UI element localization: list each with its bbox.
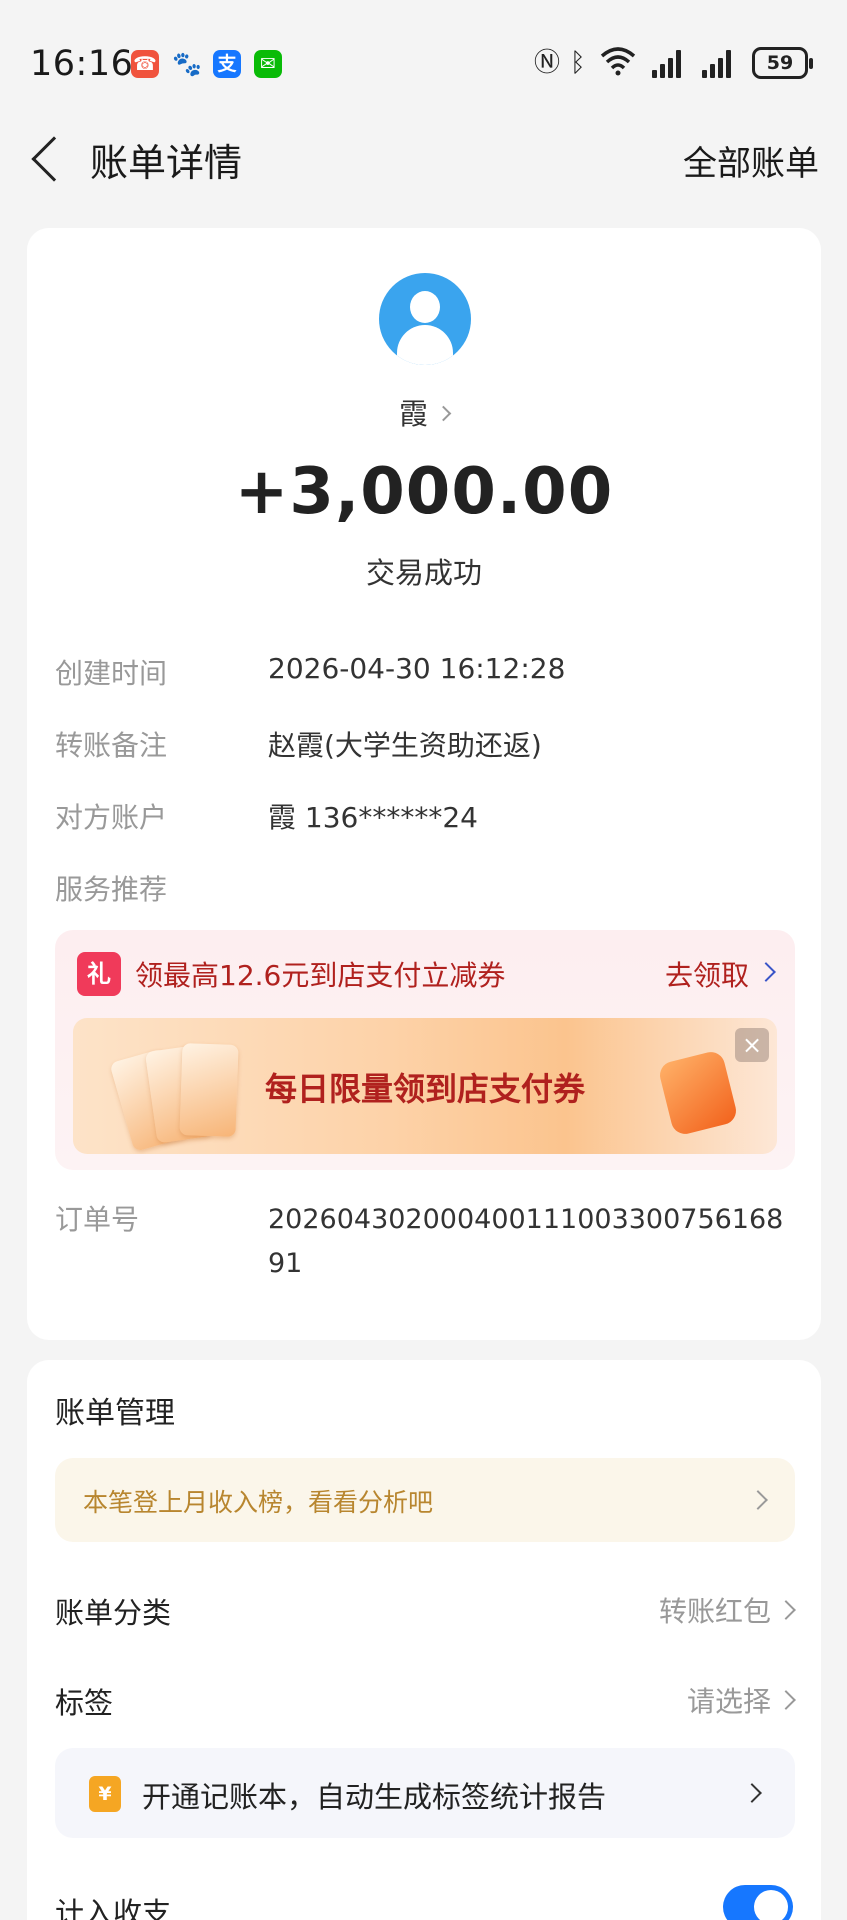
include-in-stats-label: 计入收支 (55, 1896, 172, 1920)
order-number-value: 20260430200040011100330075616891 (268, 1204, 784, 1279)
baidu-icon: 🐾 (172, 50, 202, 78)
tag-label: 标签 (55, 1686, 114, 1720)
clock: 16:16 (30, 44, 134, 84)
income-ranking-tip[interactable]: 本笔登上月收入榜，看看分析吧 (55, 1458, 795, 1542)
transfer-note-label: 转账备注 (55, 729, 168, 762)
wechat-icon: ✉ (254, 50, 282, 78)
wifi-icon (600, 46, 636, 80)
all-bills-link[interactable]: 全部账单 (683, 136, 819, 185)
call-missed-icon: ☎ (131, 50, 159, 78)
order-number-label: 订单号 (55, 1203, 140, 1236)
bookkeeping-promo[interactable]: ¥ 开通记账本，自动生成标签统计报告 (55, 1748, 795, 1838)
avatar-head-icon (410, 291, 440, 323)
bluetooth-icon: ᛒ (570, 48, 586, 78)
chevron-right-icon (742, 1783, 762, 1803)
avatar[interactable] (379, 273, 471, 365)
section-title: 账单管理 (55, 1396, 175, 1431)
bill-management-card: 账单管理 本笔登上月收入榜，看看分析吧 账单分类 转账红包 标签 请选择 ¥ 开… (27, 1360, 821, 1920)
transaction-status: 交易成功 (365, 556, 482, 590)
nav-bar: 账单详情 全部账单 (0, 130, 847, 220)
bookkeeping-text: 开通记账本，自动生成标签统计报告 (142, 1780, 607, 1814)
back-icon[interactable] (31, 136, 77, 182)
transfer-note-value: 赵霞(大学生资助还返) (268, 729, 542, 762)
payee-name-link[interactable]: 霞 (27, 391, 821, 433)
created-time-value: 2026-04-30 16:12:28 (268, 652, 566, 685)
status-bar: 16:16 ☎ 🐾 支 ✉ Ⓝ ᛒ 59 (0, 0, 847, 130)
banner-text: 每日限量领到店支付券 (264, 1070, 585, 1108)
signal-icon (702, 48, 731, 78)
alipay-icon: 支 (213, 50, 241, 78)
service-recommend-label: 服务推荐 (55, 873, 168, 906)
promo-banner[interactable]: 每日限量领到店支付券 × (73, 1018, 777, 1154)
tag-select[interactable]: 请选择 (687, 1680, 771, 1720)
signal-icon (652, 48, 681, 78)
close-icon[interactable]: × (735, 1028, 769, 1062)
payee-name: 霞 (398, 397, 428, 431)
transaction-card: 霞 +3,000.00 交易成功 创建时间 2026-04-30 16:12:2… (27, 228, 821, 1340)
amount: +3,000.00 (234, 455, 614, 529)
toggle-knob (754, 1890, 788, 1920)
nfc-icon: Ⓝ (534, 48, 561, 78)
claim-link[interactable]: 去领取 (665, 954, 749, 994)
created-time-label: 创建时间 (55, 657, 168, 690)
promo-text: 领最高12.6元到店支付立减券 (135, 959, 506, 992)
page-title: 账单详情 (90, 141, 243, 185)
chevron-right-icon (776, 1690, 796, 1710)
bill-category-label: 账单分类 (55, 1596, 172, 1630)
battery-icon: 59 (752, 47, 813, 79)
bill-category-value[interactable]: 转账红包 (659, 1590, 771, 1630)
include-in-stats-toggle[interactable] (723, 1885, 793, 1920)
promo-card[interactable]: 礼 领最高12.6元到店支付立减券 去领取 每日限量领到店支付券 × (55, 930, 795, 1170)
gift-icon: 礼 (77, 952, 121, 996)
chevron-right-icon (748, 1490, 768, 1510)
ledger-icon: ¥ (89, 1776, 121, 1812)
counterparty-label: 对方账户 (55, 801, 168, 834)
counterparty-value: 霞 136******24 (268, 801, 478, 834)
avatar-body-icon (397, 325, 453, 365)
chevron-right-icon (435, 405, 452, 421)
chevron-right-icon (756, 962, 776, 982)
tip-text: 本笔登上月收入榜，看看分析吧 (83, 1488, 434, 1517)
chevron-right-icon (776, 1600, 796, 1620)
